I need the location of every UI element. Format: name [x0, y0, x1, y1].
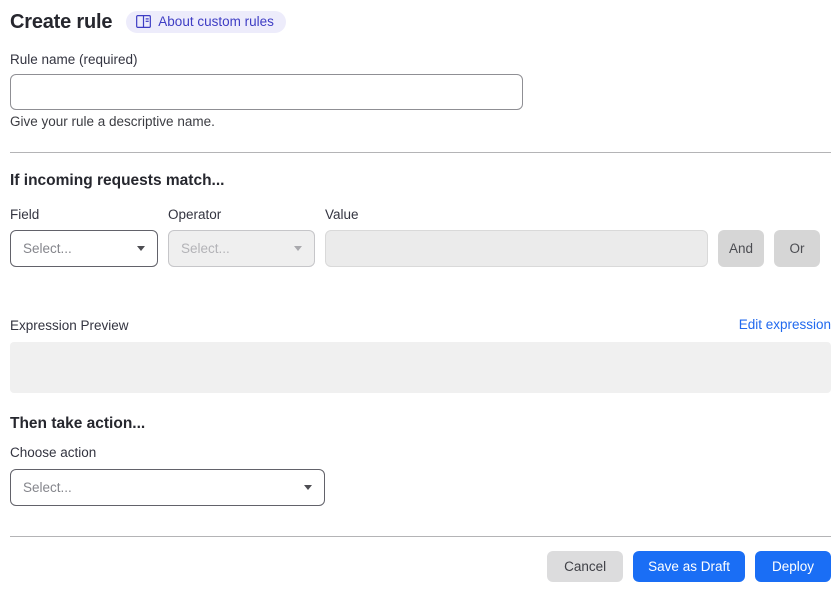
expression-preview-box — [10, 342, 831, 393]
book-icon — [136, 15, 152, 28]
field-select[interactable]: Select... — [10, 230, 158, 267]
field-label: Field — [10, 207, 40, 222]
chevron-down-icon — [137, 246, 145, 251]
about-custom-rules-label: About custom rules — [158, 13, 274, 29]
page-title: Create rule — [10, 10, 113, 33]
and-button[interactable]: And — [718, 230, 764, 267]
rule-name-helper: Give your rule a descriptive name. — [10, 114, 215, 129]
operator-select: Select... — [168, 230, 315, 267]
header: Create rule About custom rules — [10, 10, 831, 34]
about-custom-rules-link[interactable]: About custom rules — [126, 10, 286, 34]
deploy-button[interactable]: Deploy — [754, 551, 831, 582]
chevron-down-icon — [294, 246, 302, 251]
footer-divider — [10, 536, 831, 537]
field-select-placeholder: Select... — [23, 241, 72, 256]
rule-name-label: Rule name (required) — [10, 52, 138, 67]
operator-label: Operator — [168, 207, 222, 222]
create-rule-panel: Create rule About custom rules Rule name… — [0, 0, 839, 597]
chevron-down-icon — [304, 485, 312, 490]
condition-row: Select... Select... And Or — [10, 230, 820, 267]
edit-expression-link[interactable]: Edit expression — [739, 317, 831, 333]
rule-name-input[interactable] — [10, 74, 523, 110]
or-button[interactable]: Or — [774, 230, 820, 267]
match-section-heading: If incoming requests match... — [10, 172, 225, 189]
section-divider — [10, 152, 831, 153]
choose-action-placeholder: Select... — [23, 480, 72, 495]
value-label: Value — [325, 207, 359, 222]
cancel-button[interactable]: Cancel — [547, 551, 624, 582]
expression-preview-label: Expression Preview — [10, 318, 129, 333]
save-as-draft-button[interactable]: Save as Draft — [633, 551, 745, 582]
expression-preview-row: Expression Preview Edit expression — [10, 317, 831, 333]
value-input — [325, 230, 708, 267]
condition-labels-row: Field Operator Value — [10, 208, 831, 222]
choose-action-label: Choose action — [10, 445, 97, 460]
footer: Cancel Save as Draft Deploy — [10, 551, 831, 582]
action-section-heading: Then take action... — [10, 415, 146, 432]
operator-select-placeholder: Select... — [181, 241, 230, 256]
choose-action-select[interactable]: Select... — [10, 469, 325, 506]
